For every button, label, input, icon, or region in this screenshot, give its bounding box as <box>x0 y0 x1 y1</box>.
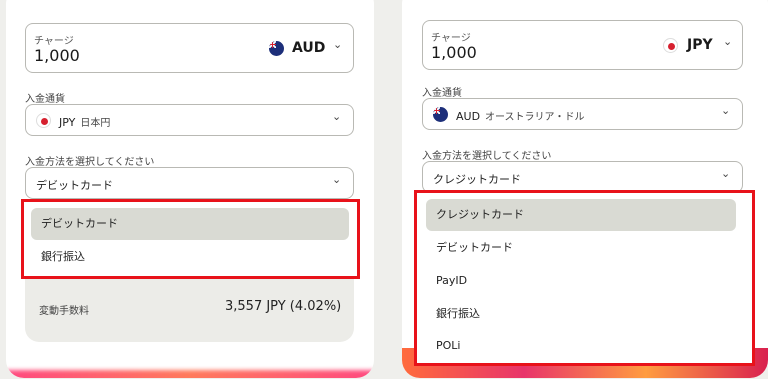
charge-label: チャージ <box>34 36 74 47</box>
deposit-currency-code: AUD <box>456 110 481 123</box>
australia-flag-icon <box>269 41 284 56</box>
left-panel: チャージ 1,000 AUD ⌄ 入金通貨 JPY 日本円 ⌄ 入金方法を選択して… <box>6 0 374 378</box>
chevron-down-icon[interactable]: ⌄ <box>723 35 732 48</box>
charge-amount-value: 1,000 <box>431 43 477 62</box>
payment-method-label: 入金方法を選択してください <box>25 157 155 168</box>
deposit-currency-select[interactable]: JPY 日本円 ⌄ <box>25 104 354 136</box>
deposit-currency-name: 日本円 <box>80 118 111 129</box>
option-debit-card[interactable]: デビットカード <box>31 208 349 240</box>
charge-currency-code[interactable]: AUD <box>292 40 325 56</box>
charge-label: チャージ <box>431 33 471 44</box>
japan-flag-icon <box>663 38 678 53</box>
fee-label: 変動手数料 <box>39 306 89 317</box>
deposit-currency-value: JPY 日本円 <box>59 114 110 129</box>
chevron-down-icon: ⌄ <box>332 173 342 186</box>
charge-amount-field[interactable]: チャージ 1,000 AUD ⌄ <box>25 23 354 73</box>
payment-method-select[interactable]: デビットカード ⌄ <box>25 167 354 199</box>
payment-method-value: デビットカード <box>36 179 113 192</box>
chevron-down-icon: ⌄ <box>332 110 342 123</box>
deposit-currency-code: JPY <box>59 116 76 129</box>
charge-amount-field[interactable]: チャージ 1,000 JPY ⌄ <box>422 20 743 70</box>
option-debit-card[interactable]: デビットカード <box>426 233 736 263</box>
payment-method-dropdown: デビットカード 銀行振込 <box>21 199 360 279</box>
fee-summary-box: 変動手数料 3,557 JPY (4.02%) <box>25 276 354 342</box>
decorative-gradient <box>6 370 374 378</box>
deposit-currency-label: 入金通貨 <box>25 94 65 105</box>
payment-method-dropdown: クレジットカード デビットカード PayID 銀行振込 POLi <box>414 190 755 366</box>
fee-value: 3,557 JPY (4.02%) <box>225 299 342 314</box>
charge-amount-value: 1,000 <box>34 46 80 65</box>
chevron-down-icon: ⌄ <box>721 104 731 117</box>
chevron-down-icon: ⌄ <box>721 167 731 180</box>
deposit-currency-select[interactable]: AUD オーストラリア・ドル ⌄ <box>422 98 743 130</box>
deposit-currency-name: オーストラリア・ドル <box>485 112 585 123</box>
option-poli[interactable]: POLi <box>426 331 736 361</box>
payment-method-label: 入金方法を選択してください <box>422 151 552 162</box>
option-bank-transfer[interactable]: 銀行振込 <box>31 242 349 272</box>
payment-method-select[interactable]: クレジットカード ⌄ <box>422 161 743 193</box>
deposit-currency-value: AUD オーストラリア・ドル <box>456 108 585 123</box>
australia-flag-icon <box>433 107 448 122</box>
deposit-currency-label: 入金通貨 <box>422 88 462 99</box>
option-payid[interactable]: PayID <box>426 266 736 296</box>
option-bank-transfer[interactable]: 銀行振込 <box>426 299 736 329</box>
payment-method-value: クレジットカード <box>433 173 521 186</box>
option-credit-card[interactable]: クレジットカード <box>426 199 736 231</box>
japan-flag-icon <box>36 113 51 128</box>
charge-currency-code[interactable]: JPY <box>687 37 713 53</box>
chevron-down-icon[interactable]: ⌄ <box>333 38 342 51</box>
